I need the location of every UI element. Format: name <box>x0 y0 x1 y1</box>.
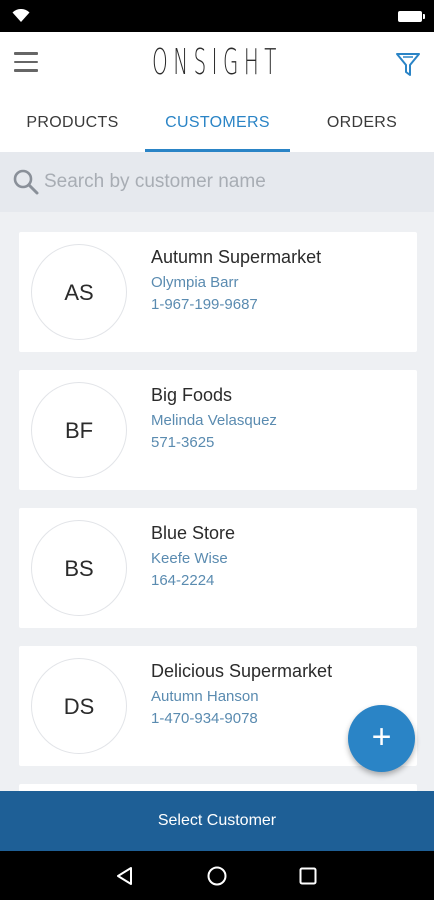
phone-number: 1-470-934-9078 <box>151 710 258 727</box>
status-bar <box>0 0 434 32</box>
contact-name: Autumn Hanson <box>151 688 259 705</box>
search-icon <box>12 168 40 201</box>
search-bar <box>0 152 434 212</box>
tab-customers[interactable]: CUSTOMERS <box>145 92 290 152</box>
phone-number: 164-2224 <box>151 572 215 589</box>
app-logo: ONSIGHT <box>152 42 282 83</box>
customer-card[interactable]: BF Big Foods Melinda Velasquez 571-3625 <box>19 370 417 490</box>
phone-number: 1-967-199-9687 <box>151 296 258 313</box>
avatar: BS <box>31 520 127 616</box>
app-header: ONSIGHT <box>0 32 434 92</box>
avatar: AS <box>31 244 127 340</box>
tab-bar: PRODUCTS CUSTOMERS ORDERS <box>0 92 434 152</box>
avatar: BF <box>31 382 127 478</box>
contact-name: Keefe Wise <box>151 550 228 567</box>
app-screen: ONSIGHT PRODUCTS CUSTOMERS ORDERS AS Aut… <box>0 32 434 851</box>
home-icon[interactable] <box>207 866 227 891</box>
customer-card[interactable]: AS Autumn Supermarket Olympia Barr 1-967… <box>19 232 417 352</box>
tab-orders[interactable]: ORDERS <box>290 92 434 152</box>
phone-number: 571-3625 <box>151 434 215 451</box>
filter-icon[interactable] <box>394 50 424 80</box>
battery-icon <box>398 11 425 22</box>
system-nav-bar <box>0 851 434 900</box>
avatar: DS <box>31 658 127 754</box>
customer-name: Autumn Supermarket <box>151 247 322 267</box>
customer-name: Big Foods <box>151 385 233 405</box>
menu-icon[interactable] <box>14 52 40 74</box>
add-icon: + <box>371 718 392 756</box>
contact-name: Melinda Velasquez <box>151 412 277 429</box>
customer-name: Delicious Supermarket <box>151 661 333 681</box>
customer-card[interactable]: BS Blue Store Keefe Wise 164-2224 <box>19 508 417 628</box>
search-input[interactable] <box>44 166 414 198</box>
customer-name: Blue Store <box>151 523 236 543</box>
select-customer-button[interactable]: Select Customer <box>0 791 434 851</box>
contact-name: Olympia Barr <box>151 274 239 291</box>
wifi-icon <box>12 8 30 28</box>
recent-apps-icon[interactable] <box>299 867 317 890</box>
add-customer-button[interactable]: + <box>348 705 415 772</box>
back-icon[interactable] <box>115 866 135 891</box>
tab-products[interactable]: PRODUCTS <box>0 92 145 152</box>
